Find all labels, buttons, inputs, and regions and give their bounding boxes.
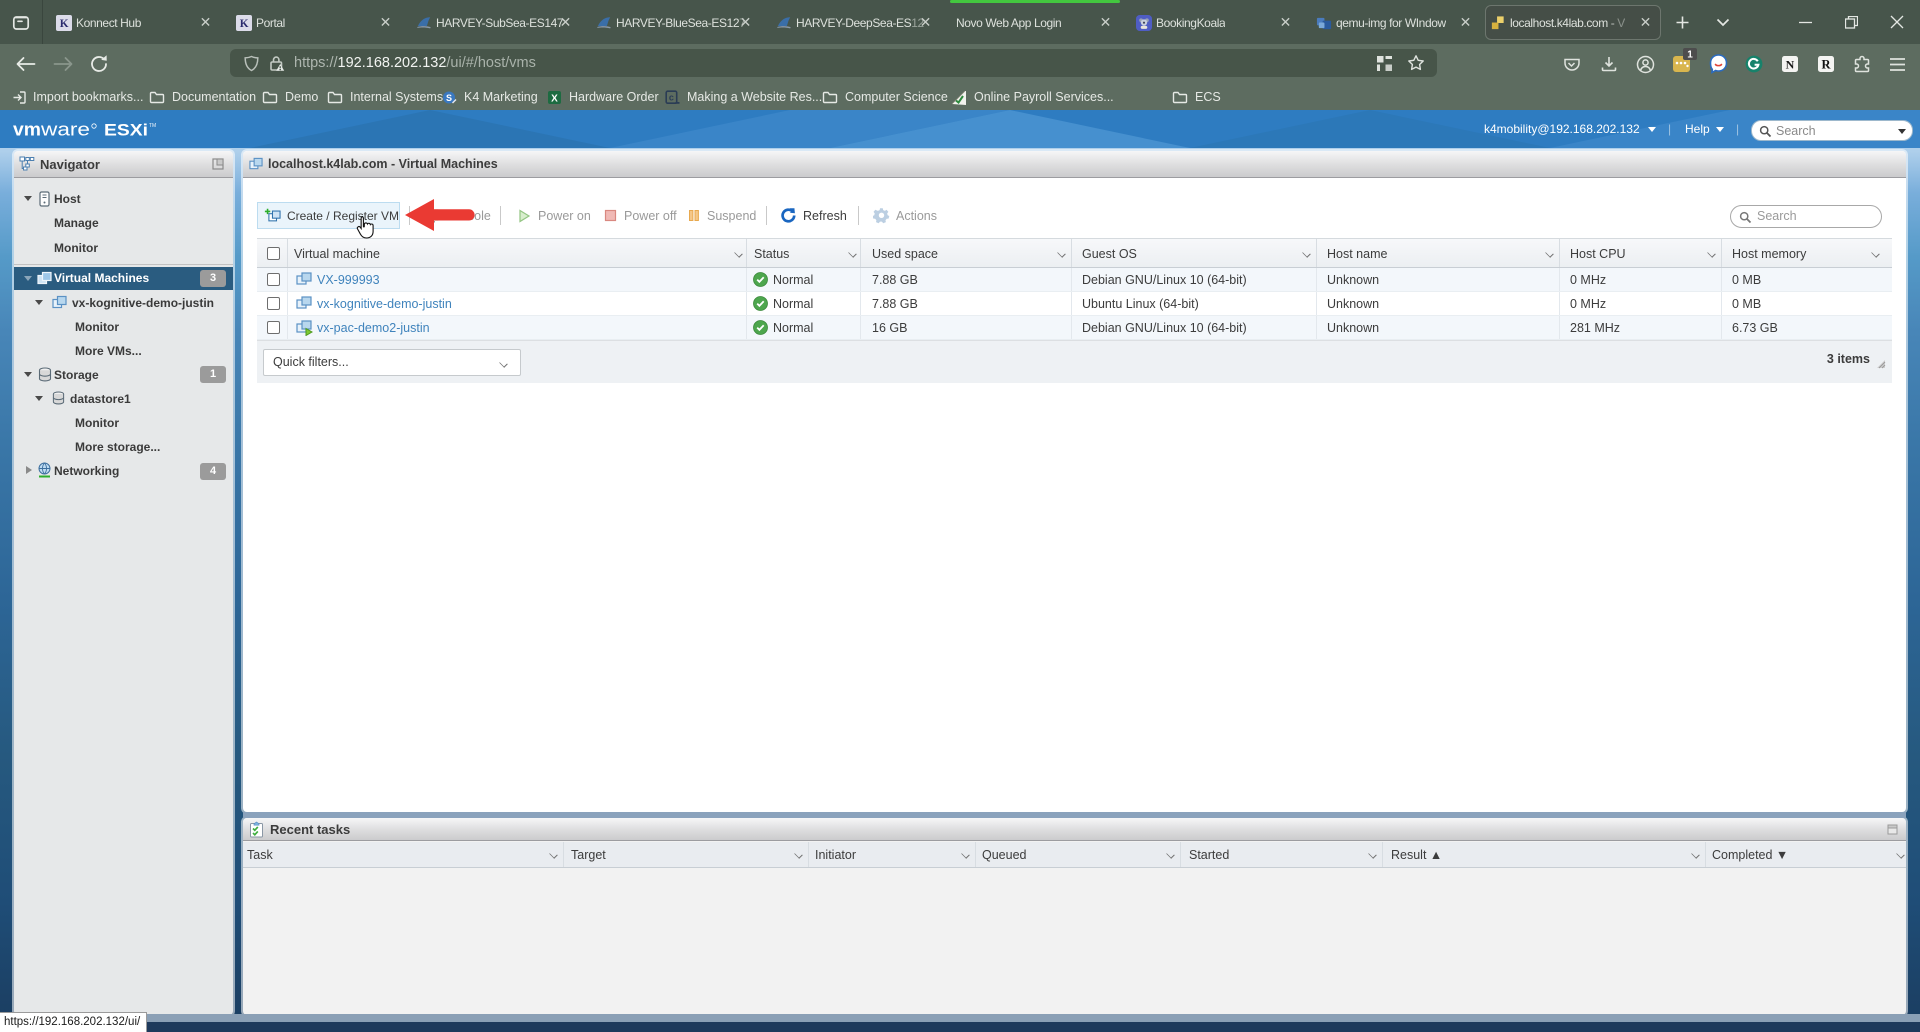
svg-text:K: K: [60, 18, 69, 30]
svg-text:R: R: [1821, 58, 1831, 72]
svg-text:vm: vm: [13, 120, 41, 139]
svg-text:S: S: [446, 93, 452, 103]
svg-text:c: c: [669, 92, 674, 102]
svg-text:ware: ware: [40, 120, 90, 139]
svg-text:K: K: [240, 18, 249, 30]
svg-text:1: 1: [1687, 50, 1693, 61]
svg-text:ESXi: ESXi: [104, 121, 148, 140]
svg-text:X: X: [551, 93, 558, 104]
svg-text:TM: TM: [149, 123, 156, 129]
svg-text:N: N: [1786, 58, 1795, 72]
